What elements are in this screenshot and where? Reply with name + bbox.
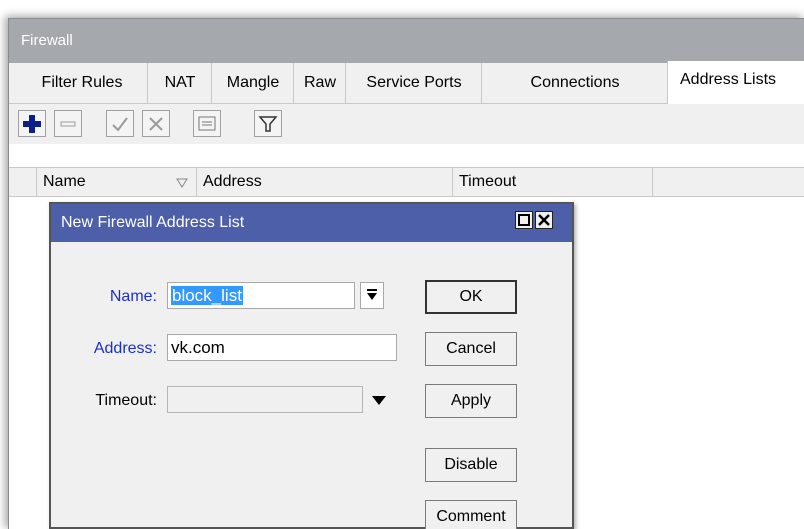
column-name[interactable]: Name (36, 168, 196, 196)
tab-connections[interactable]: Connections (481, 63, 668, 103)
tab-mangle[interactable]: Mangle (211, 63, 294, 103)
name-label: Name: (109, 288, 157, 305)
address-label: Address: (93, 340, 157, 357)
dialog-titlebar[interactable]: New Firewall Address List (51, 204, 572, 242)
filter-icon (258, 116, 278, 132)
filter-button[interactable] (254, 110, 282, 137)
column-timeout[interactable]: Timeout (452, 168, 652, 196)
tab-address-lists[interactable]: Address Lists (667, 61, 804, 104)
disable-button[interactable] (142, 110, 170, 137)
maximize-button[interactable] (515, 211, 533, 229)
window-title: Firewall (21, 32, 73, 49)
table-header: Name Address Timeout (9, 167, 804, 197)
screenshot: Firewall Filter Rules NAT Mangle Raw Ser… (0, 0, 804, 529)
new-address-list-dialog: New Firewall Address List Name: block_li… (49, 202, 574, 529)
timeout-label: Timeout: (95, 392, 157, 409)
cancel-button[interactable]: Cancel (425, 332, 517, 366)
toolbar (9, 104, 804, 144)
name-field-value: block_list (171, 286, 243, 305)
dialog-title: New Firewall Address List (61, 214, 245, 231)
column-empty (652, 168, 804, 196)
tab-bar: Filter Rules NAT Mangle Raw Service Port… (9, 61, 804, 104)
window-titlebar[interactable]: Firewall (9, 19, 804, 63)
comment-icon (198, 116, 216, 131)
name-dropdown-button[interactable] (360, 282, 384, 309)
comment-button[interactable] (193, 110, 221, 137)
ok-button[interactable]: OK (425, 280, 517, 314)
close-button[interactable] (535, 211, 553, 229)
maximize-icon (518, 214, 530, 226)
timeout-field[interactable] (167, 386, 363, 413)
column-address[interactable]: Address (196, 168, 452, 196)
dropdown-arrow-icon (367, 289, 377, 300)
check-icon (112, 117, 128, 132)
name-field[interactable]: block_list (167, 282, 355, 309)
enable-button[interactable] (106, 110, 134, 137)
timeout-dropdown-icon[interactable] (369, 394, 389, 408)
column-name-label: Name (43, 173, 86, 190)
tab-service-ports[interactable]: Service Ports (345, 63, 482, 103)
remove-button[interactable] (54, 110, 82, 137)
cross-icon (149, 117, 163, 131)
disable-dialog-button[interactable]: Disable (425, 448, 517, 482)
comment-dialog-button[interactable]: Comment (425, 500, 517, 529)
address-field[interactable]: vk.com (167, 334, 397, 361)
minus-icon (60, 121, 76, 127)
tab-raw[interactable]: Raw (293, 63, 346, 103)
tab-filter-rules[interactable]: Filter Rules (17, 63, 147, 103)
add-button[interactable] (18, 110, 46, 137)
plus-icon (23, 115, 41, 133)
tab-nat[interactable]: NAT (147, 63, 212, 103)
close-icon (538, 214, 550, 226)
sort-arrow-icon (176, 178, 188, 188)
apply-button[interactable]: Apply (425, 384, 517, 418)
